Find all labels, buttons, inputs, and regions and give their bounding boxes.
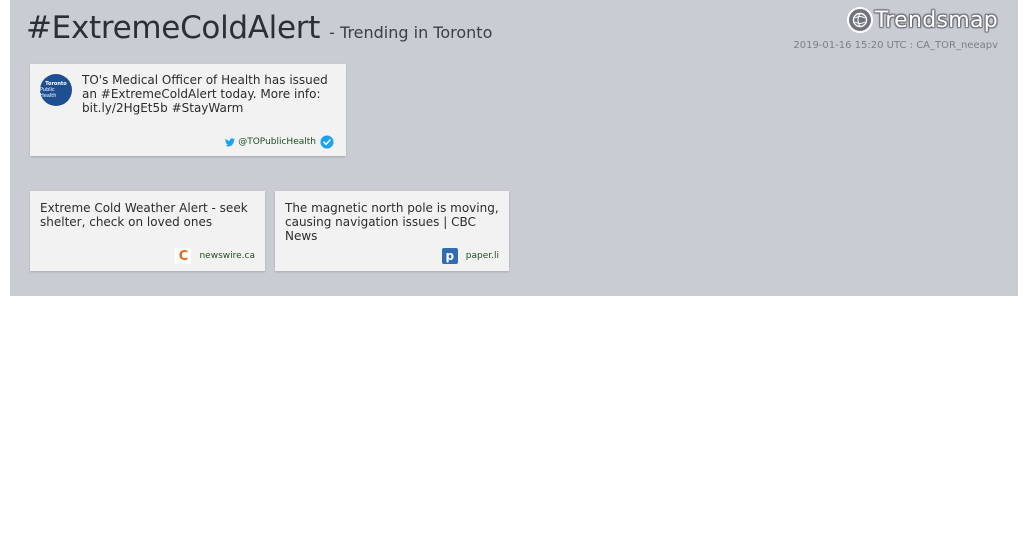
newswire-icon: C bbox=[175, 248, 192, 264]
verified-badge-icon bbox=[320, 135, 334, 149]
trend-heading: #ExtremeColdAlert - Trending in Toronto bbox=[26, 10, 492, 46]
trendsmap-globe-icon bbox=[846, 7, 873, 33]
trendsmap-logo-text: Trendsmap bbox=[874, 7, 998, 33]
link-source-label[interactable]: paper.li bbox=[466, 251, 499, 261]
trendsmap-logo[interactable]: Trendsmap bbox=[846, 7, 998, 33]
twitter-bird-icon bbox=[225, 137, 236, 146]
link-card-paperli[interactable]: The magnetic north pole is moving, causi… bbox=[275, 191, 509, 271]
tweet-card[interactable]: Toronto Public Health TO's Medical Offic… bbox=[30, 64, 346, 156]
paperli-icon: p bbox=[441, 248, 458, 264]
link-source-label[interactable]: newswire.ca bbox=[199, 251, 255, 261]
link-source[interactable]: C newswire.ca bbox=[175, 248, 255, 264]
avatar-line-2: Public Health bbox=[40, 87, 57, 99]
timestamp-location-meta: 2019-01-16 15:20 UTC : CA_TOR_neeapv bbox=[793, 40, 998, 51]
link-title[interactable]: The magnetic north pole is moving, causi… bbox=[285, 201, 501, 243]
link-source[interactable]: p paper.li bbox=[441, 248, 499, 264]
link-title[interactable]: Extreme Cold Weather Alert - seek shelte… bbox=[40, 201, 257, 229]
tweet-author[interactable]: @TOPublicHealth bbox=[225, 135, 334, 149]
tweet-handle[interactable]: @TOPublicHealth bbox=[238, 137, 316, 147]
hashtag-title[interactable]: #ExtremeColdAlert bbox=[26, 10, 320, 46]
trend-subtitle: - Trending in Toronto bbox=[329, 23, 493, 42]
avatar[interactable]: Toronto Public Health bbox=[40, 74, 72, 106]
link-card-newswire[interactable]: Extreme Cold Weather Alert - seek shelte… bbox=[30, 191, 265, 271]
tweet-text: TO's Medical Officer of Health has issue… bbox=[82, 73, 328, 115]
trend-panel: #ExtremeColdAlert - Trending in Toronto … bbox=[10, 0, 1018, 296]
